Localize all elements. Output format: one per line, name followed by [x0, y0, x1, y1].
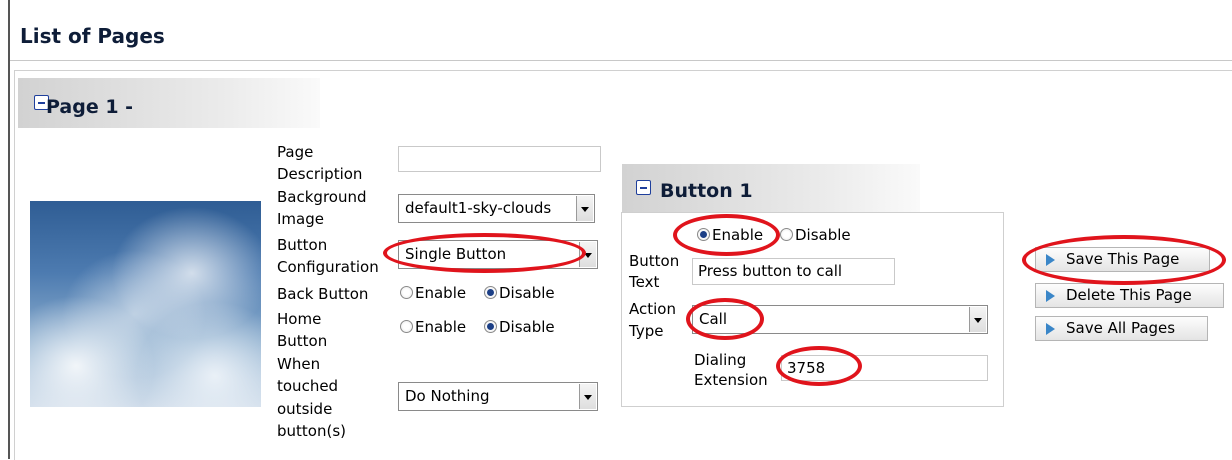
delete-page-label: Delete This Page [1066, 286, 1192, 304]
left-border [8, 60, 10, 459]
title-bar: List of Pages [8, 0, 1232, 61]
button1-title: Button 1 [660, 180, 753, 202]
back-button-label: Back Button [277, 285, 369, 303]
dialing-extension-input[interactable]: 3758 [781, 355, 988, 381]
home-disable-label[interactable]: Disable [499, 318, 555, 336]
button-config-label-2: Configuration [277, 258, 379, 276]
button-config-value: Single Button [405, 245, 507, 263]
page-title: Page 1 - [46, 96, 134, 118]
background-image-select[interactable]: default1-sky-clouds [398, 194, 595, 223]
play-icon [1046, 254, 1055, 266]
background-image-label-1: Background [277, 188, 367, 206]
button-text-label-1: Button [629, 252, 680, 270]
home-button-label-1: Home [277, 310, 322, 328]
action-type-label-2: Type [629, 322, 664, 340]
home-enable-label[interactable]: Enable [415, 318, 466, 336]
chevron-down-icon [579, 384, 596, 409]
touch-outside-select[interactable]: Do Nothing [398, 382, 598, 411]
button1-enable-radio[interactable] [697, 228, 710, 241]
page-description-label-1: Page [277, 143, 314, 161]
save-page-label: Save This Page [1066, 250, 1180, 268]
button1-disable-label[interactable]: Disable [795, 226, 851, 244]
delete-page-button[interactable]: Delete This Page [1035, 283, 1224, 308]
chevron-down-icon [576, 196, 593, 221]
button1-disable-radio[interactable] [780, 228, 793, 241]
chevron-down-icon [969, 307, 986, 332]
home-button-label-2: Button [277, 332, 328, 350]
page-description-input[interactable] [398, 146, 601, 172]
dialing-label-2: Extension [694, 371, 768, 389]
play-icon [1046, 323, 1055, 335]
button-text-label-2: Text [629, 273, 660, 291]
back-enable-label[interactable]: Enable [415, 284, 466, 302]
action-type-value: Call [699, 310, 728, 328]
back-enable-radio[interactable] [400, 286, 413, 299]
dialing-label-1: Dialing [694, 351, 747, 369]
background-preview-image [30, 201, 261, 407]
touch-label-3: outside [277, 400, 333, 418]
button-config-label-1: Button [277, 236, 328, 254]
background-image-value: default1-sky-clouds [405, 199, 552, 217]
save-all-pages-button[interactable]: Save All Pages [1035, 316, 1208, 341]
collapse-button1-icon[interactable] [636, 180, 651, 195]
back-disable-label[interactable]: Disable [499, 284, 555, 302]
button-config-select[interactable]: Single Button [398, 240, 598, 269]
home-disable-radio[interactable] [484, 320, 497, 333]
save-page-button[interactable]: Save This Page [1035, 247, 1210, 272]
button-text-input[interactable]: Press button to call [692, 258, 895, 285]
button1-enable-label[interactable]: Enable [712, 226, 763, 244]
play-icon [1046, 290, 1055, 302]
touch-outside-value: Do Nothing [405, 387, 490, 405]
back-disable-radio[interactable] [484, 286, 497, 299]
page-description-label-2: Description [277, 165, 363, 183]
action-type-label-1: Action [629, 300, 676, 318]
background-image-label-2: Image [277, 210, 324, 228]
touch-label-2: touched [277, 377, 339, 395]
touch-label-1: When [277, 355, 321, 373]
chevron-down-icon [579, 242, 596, 267]
home-enable-radio[interactable] [400, 320, 413, 333]
save-all-pages-label: Save All Pages [1066, 319, 1176, 337]
page-list-window: List of Pages Page 1 - Page Description … [0, 0, 1232, 460]
list-title: List of Pages [20, 24, 165, 48]
action-type-select[interactable]: Call [692, 305, 988, 334]
touch-label-4: button(s) [277, 422, 346, 440]
